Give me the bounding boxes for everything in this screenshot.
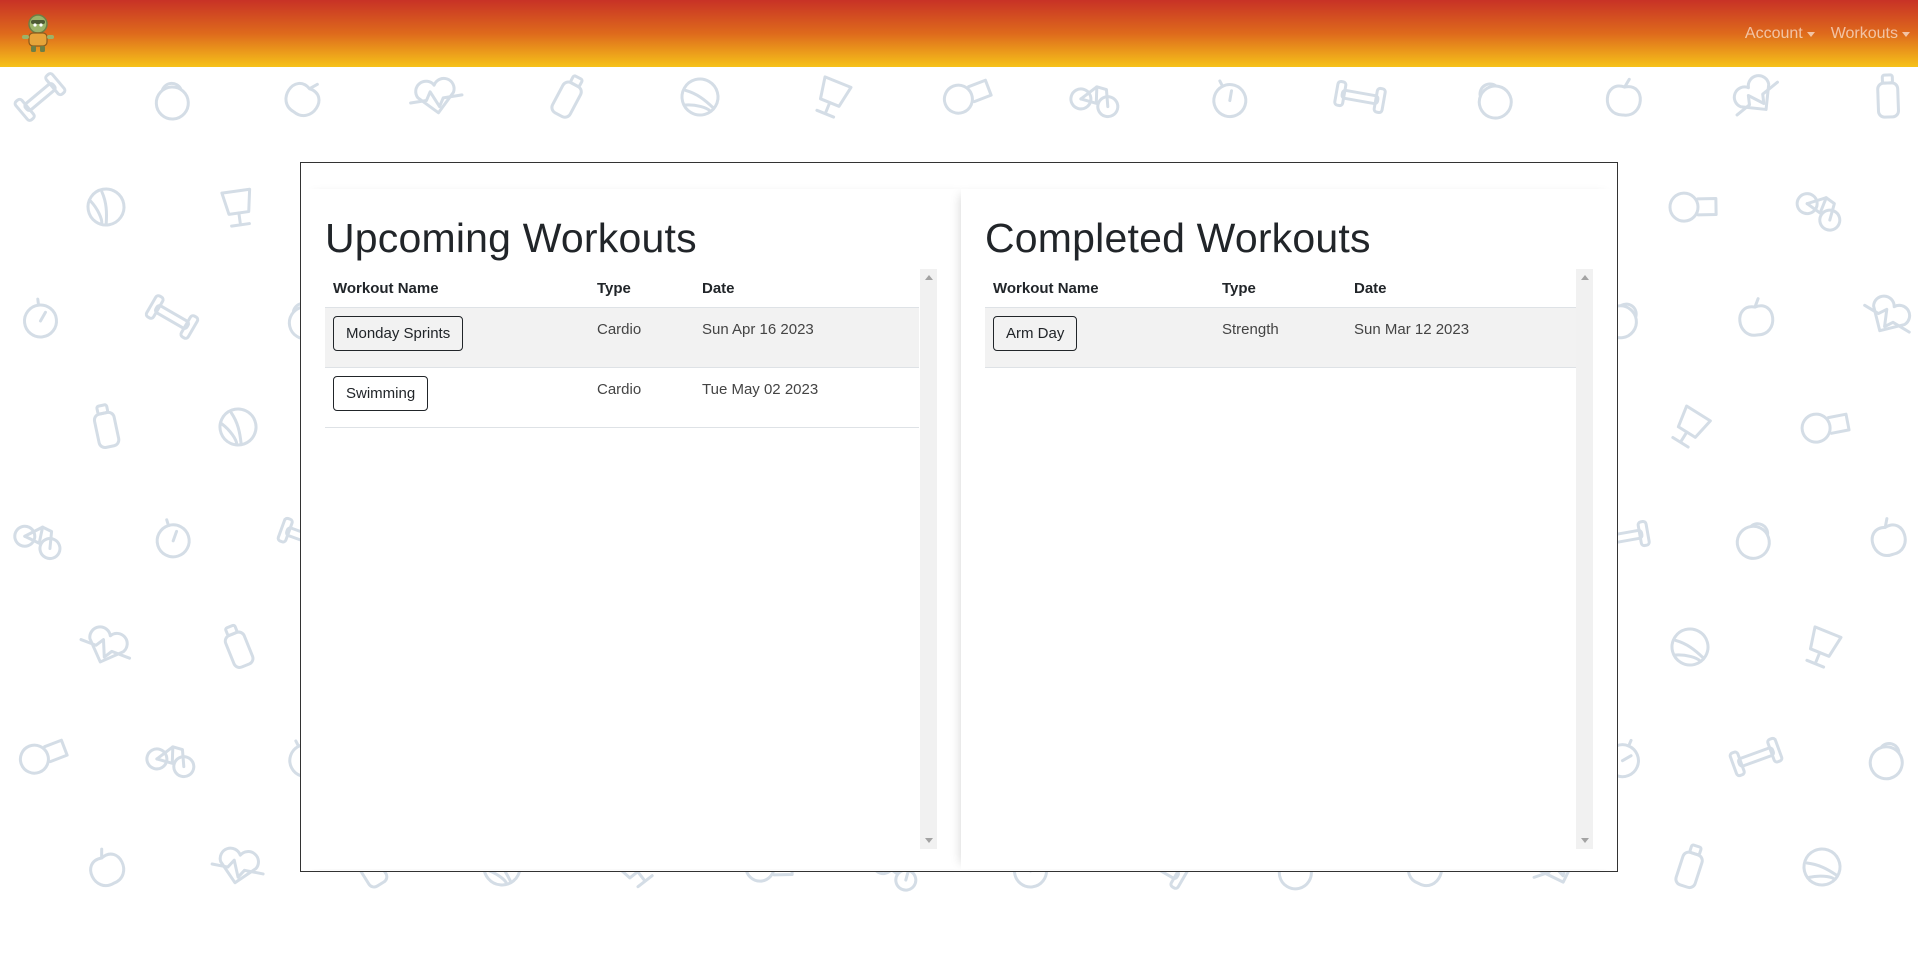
- background-doodle-icon: [155, 518, 191, 559]
- background-doodle-icon: [210, 846, 265, 885]
- mascot-logo-icon[interactable]: [18, 12, 58, 54]
- background-doodle-icon: [1605, 77, 1642, 117]
- background-doodle-icon: [1668, 191, 1718, 223]
- background-doodle-icon: [942, 78, 993, 115]
- background-doodle-icon: [1805, 625, 1843, 669]
- workout-date-cell: Sun Apr 16 2023: [694, 307, 919, 368]
- background-doodle-icon: [92, 403, 121, 450]
- workout-date-cell: Sun Mar 12 2023: [1346, 307, 1579, 368]
- upcoming-workouts-panel: Upcoming Workouts Workout Name Type Date…: [301, 189, 961, 869]
- background-doodle-icon: [1802, 847, 1842, 887]
- completed-workouts-scroll[interactable]: Workout Name Type Date Arm Day Strength …: [985, 269, 1593, 849]
- workout-name-cell: Swimming: [325, 367, 589, 428]
- account-dropdown[interactable]: Account: [1737, 25, 1823, 43]
- background-doodle-icon: [1670, 627, 1710, 667]
- workouts-dropdown-label: Workouts: [1830, 24, 1898, 42]
- background-doodle-icon: [22, 297, 58, 339]
- account-dropdown-label: Account: [1744, 24, 1803, 42]
- table-header-row: Workout Name Type Date: [325, 269, 919, 308]
- scroll-down-icon[interactable]: [925, 838, 933, 843]
- scroll-up-icon[interactable]: [1581, 275, 1589, 280]
- background-doodle-icon: [145, 745, 196, 779]
- table-header-row: Workout Name Type Date: [985, 269, 1579, 308]
- caret-down-icon: [1806, 32, 1815, 37]
- workouts-card: Upcoming Workouts Workout Name Type Date…: [300, 162, 1618, 872]
- background-doodle-icon: [815, 75, 853, 119]
- background-doodle-icon: [1800, 412, 1851, 444]
- background-doodle-icon: [1333, 79, 1387, 115]
- column-header-date: Date: [1346, 269, 1579, 308]
- background-doodle-icon: [1477, 82, 1513, 120]
- upcoming-workouts-scroll[interactable]: Workout Name Type Date Monday Sprints Ca…: [325, 269, 937, 849]
- background-doodle-icon: [13, 524, 62, 561]
- background-doodle-icon: [220, 187, 252, 228]
- background-doodle-icon: [1738, 297, 1775, 337]
- caret-down-icon: [1902, 32, 1910, 37]
- workout-type-cell: Strength: [1214, 307, 1346, 368]
- upcoming-workouts-table: Workout Name Type Date Monday Sprints Ca…: [325, 269, 919, 428]
- top-navbar: Account Workouts: [0, 0, 1918, 67]
- column-header-workout-name: Workout Name: [985, 269, 1214, 308]
- workout-date-cell: Tue May 02 2023: [694, 367, 919, 428]
- background-doodle-icon: [223, 623, 255, 669]
- navbar-menu: Account Workouts: [1737, 0, 1918, 67]
- background-doodle-icon: [1069, 85, 1120, 119]
- completed-workouts-title: Completed Workouts: [985, 215, 1371, 261]
- background-doodle-icon: [13, 72, 67, 122]
- vertical-scrollbar[interactable]: [920, 269, 937, 849]
- background-doodle-icon: [1863, 294, 1912, 334]
- column-header-date: Date: [694, 269, 919, 308]
- background-doodle-icon: [284, 81, 321, 117]
- column-header-type: Type: [589, 269, 694, 308]
- workout-button-monday-sprints[interactable]: Monday Sprints: [333, 316, 464, 351]
- column-header-workout-name: Workout Name: [325, 269, 589, 308]
- workout-button-swimming[interactable]: Swimming: [333, 376, 429, 411]
- background-doodle-icon: [154, 81, 190, 121]
- workout-type-cell: Cardio: [589, 307, 694, 368]
- scroll-up-icon[interactable]: [925, 275, 933, 280]
- background-doodle-icon: [409, 76, 464, 115]
- background-doodle-icon: [1671, 404, 1712, 449]
- background-doodle-icon: [218, 407, 258, 447]
- table-row: Swimming Cardio Tue May 02 2023: [325, 367, 919, 428]
- background-doodle-icon: [86, 187, 126, 227]
- table-row: Arm Day Strength Sun Mar 12 2023: [985, 307, 1579, 368]
- background-doodle-icon: [79, 625, 132, 664]
- upcoming-workouts-title: Upcoming Workouts: [325, 215, 697, 261]
- scroll-down-icon[interactable]: [1581, 838, 1589, 843]
- background-doodle-icon: [1674, 843, 1704, 890]
- vertical-scrollbar[interactable]: [1576, 269, 1593, 849]
- background-doodle-icon: [1870, 517, 1907, 557]
- background-doodle-icon: [89, 847, 126, 887]
- background-doodle-icon: [1795, 192, 1842, 232]
- completed-workouts-table: Workout Name Type Date Arm Day Strength …: [985, 269, 1579, 368]
- background-doodle-icon: [18, 738, 69, 775]
- background-doodle-icon: [680, 77, 720, 117]
- table-row: Monday Sprints Cardio Sun Apr 16 2023: [325, 307, 919, 368]
- column-header-type: Type: [1214, 269, 1346, 308]
- workout-name-cell: Arm Day: [985, 307, 1214, 368]
- background-doodle-icon: [1728, 736, 1784, 778]
- workout-name-cell: Monday Sprints: [325, 307, 589, 368]
- background-doodle-icon: [144, 294, 200, 340]
- workouts-dropdown[interactable]: Workouts: [1823, 25, 1918, 43]
- background-doodle-icon: [1732, 74, 1779, 117]
- background-doodle-icon: [1868, 742, 1904, 781]
- workout-type-cell: Cardio: [589, 367, 694, 428]
- completed-workouts-panel: Completed Workouts Workout Name Type Dat…: [961, 189, 1617, 869]
- background-doodle-icon: [1876, 73, 1900, 119]
- background-doodle-icon: [550, 74, 584, 119]
- background-doodle-icon: [1735, 522, 1771, 560]
- background-doodle-icon: [1212, 79, 1248, 119]
- workout-button-arm-day[interactable]: Arm Day: [993, 316, 1078, 351]
